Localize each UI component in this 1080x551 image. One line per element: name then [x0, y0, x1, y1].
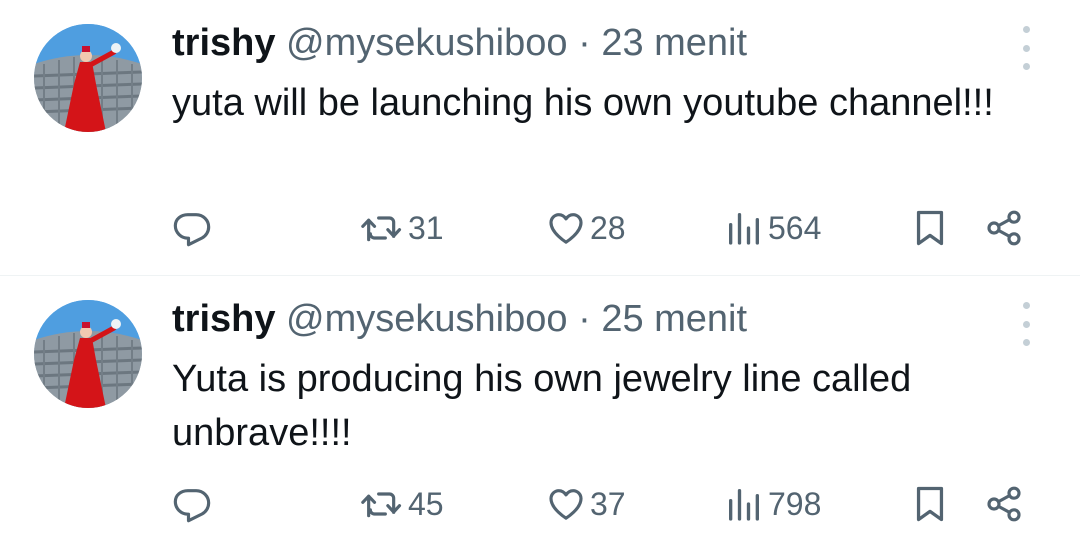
share-button[interactable]	[984, 203, 1024, 253]
avatar[interactable]	[34, 24, 142, 132]
repost-button[interactable]: 45	[360, 479, 444, 529]
repost-count: 31	[408, 209, 444, 246]
avatar-image	[34, 24, 142, 132]
bookmark-icon	[916, 486, 944, 522]
like-icon	[549, 213, 583, 244]
tweet-text: Yuta is producing his own jewelry line c…	[172, 358, 912, 454]
bookmark-button[interactable]	[912, 479, 948, 529]
more-dot	[1022, 26, 1030, 33]
reply-button[interactable]	[172, 479, 212, 529]
repost-count: 45	[408, 485, 444, 522]
bookmark-icon	[916, 210, 944, 246]
views-count: 564	[768, 209, 822, 246]
reply-button[interactable]	[172, 203, 212, 253]
like-icon	[549, 489, 583, 520]
more-dot	[1022, 44, 1030, 52]
avatar-image	[34, 300, 142, 408]
user-handle[interactable]: @mysekushiboo	[286, 298, 567, 340]
repost-icon	[361, 216, 402, 242]
views-icon	[729, 213, 759, 245]
action-bar: 45 37 798	[172, 479, 1032, 529]
share-icon	[987, 486, 1021, 522]
tweet-header: trishy @mysekushiboo · 25 menit	[172, 296, 747, 342]
tweet[interactable]: trishy @mysekushiboo · 23 menit yuta wil…	[0, 0, 1080, 275]
reply-icon	[173, 213, 211, 247]
more-dot	[1022, 320, 1030, 328]
views-icon	[729, 489, 759, 521]
separator-dot: ·	[578, 22, 591, 64]
like-count: 37	[590, 485, 626, 522]
timestamp[interactable]: 25 menit	[601, 298, 747, 340]
tweet-text: yuta will be launching his own youtube c…	[172, 82, 994, 124]
share-button[interactable]	[984, 479, 1024, 529]
share-icon	[987, 210, 1021, 246]
timestamp[interactable]: 23 menit	[601, 22, 747, 64]
separator-dot: ·	[578, 298, 591, 340]
avatar[interactable]	[34, 300, 142, 408]
more-dot	[1022, 63, 1030, 70]
action-bar: 31 28 564	[172, 203, 1032, 253]
more-dot	[1022, 302, 1030, 309]
views-count: 798	[768, 485, 822, 522]
like-button[interactable]: 28	[546, 203, 626, 253]
display-name[interactable]: trishy	[172, 298, 275, 340]
reply-icon	[173, 489, 211, 523]
repost-icon	[361, 492, 402, 518]
bookmark-button[interactable]	[912, 203, 948, 253]
more-dot	[1022, 339, 1030, 346]
user-handle[interactable]: @mysekushiboo	[286, 22, 567, 64]
like-button[interactable]: 37	[546, 479, 626, 529]
more-icon[interactable]	[1020, 26, 1032, 70]
display-name[interactable]: trishy	[172, 22, 275, 64]
views-button[interactable]: 798	[724, 479, 821, 529]
repost-button[interactable]: 31	[360, 203, 444, 253]
like-count: 28	[590, 209, 626, 246]
tweet-header: trishy @mysekushiboo · 23 menit	[172, 20, 747, 66]
views-button[interactable]: 564	[724, 203, 821, 253]
tweet[interactable]: trishy @mysekushiboo · 25 menit Yuta is …	[0, 275, 1080, 550]
more-icon[interactable]	[1020, 302, 1032, 346]
